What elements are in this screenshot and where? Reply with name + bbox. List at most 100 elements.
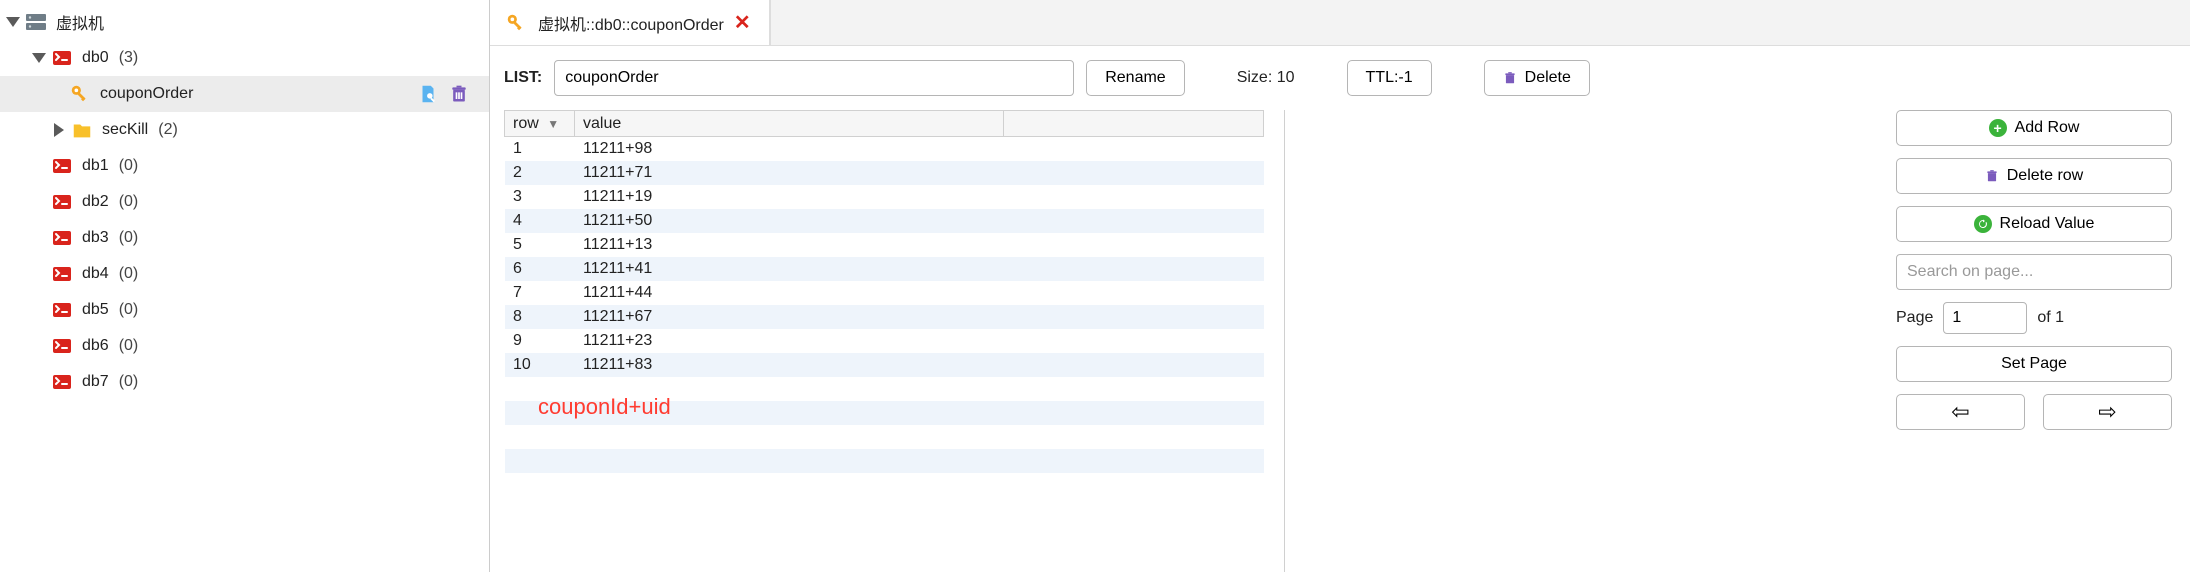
delete-key-button[interactable]: Delete	[1484, 60, 1590, 96]
edit-key-icon[interactable]	[417, 83, 439, 105]
delete-row-button[interactable]: Delete row	[1896, 158, 2172, 194]
tree-node-db[interactable]: db6(0)	[0, 328, 489, 364]
cell-value: 11211+23	[575, 329, 1004, 353]
main-panel: 虚拟机::db0::couponOrder ✕ LIST: Rename Siz…	[490, 0, 2190, 572]
database-icon	[50, 370, 74, 394]
tree-count: (0)	[119, 157, 139, 175]
cell-row: 5	[505, 233, 575, 257]
table-row[interactable]: 611211+41	[505, 257, 1264, 281]
database-icon	[50, 334, 74, 358]
database-icon	[50, 298, 74, 322]
tree-node-db[interactable]: db3 (0)	[0, 220, 489, 256]
add-row-button[interactable]: + Add Row	[1896, 110, 2172, 146]
cell-value: 11211+44	[575, 281, 1004, 305]
tree-node-seckill[interactable]: secKill (2)	[0, 112, 489, 148]
database-icon	[50, 226, 74, 250]
tree-node-db0[interactable]: db0 (3)	[0, 40, 489, 76]
key-icon	[504, 11, 528, 35]
next-page-button[interactable]: ⇨	[2043, 394, 2172, 430]
side-action-panel: + Add Row Delete row Reload Value Page	[1896, 110, 2172, 572]
tree-count: (0)	[119, 373, 139, 391]
table-row[interactable]: 811211+67	[505, 305, 1264, 329]
cell-row: 10	[505, 353, 575, 377]
cell-row: 6	[505, 257, 575, 281]
cell-value: 11211+50	[575, 209, 1004, 233]
tab-couponorder[interactable]: 虚拟机::db0::couponOrder ✕	[490, 0, 770, 45]
tree-node-db[interactable]: db4 (0)	[0, 256, 489, 292]
search-input[interactable]	[1896, 254, 2172, 290]
expand-toggle-icon[interactable]	[6, 15, 20, 29]
prev-page-button[interactable]: ⇦	[1896, 394, 2025, 430]
tab-title: 虚拟机::db0::couponOrder	[538, 11, 724, 35]
expand-toggle-icon[interactable]	[32, 51, 46, 65]
tree-count: (0)	[119, 193, 139, 211]
key-size-label: Size: 10	[1237, 69, 1295, 87]
tree-count: (0)	[119, 301, 139, 319]
table-row[interactable]: 211211+71	[505, 161, 1264, 185]
tree-node-server[interactable]: 虚拟机	[0, 4, 489, 40]
database-icon	[50, 154, 74, 178]
key-name-input[interactable]	[554, 60, 1074, 96]
table-row-empty	[505, 449, 1264, 473]
table-row[interactable]: 1011211+83	[505, 353, 1264, 377]
table-row[interactable]: 311211+19	[505, 185, 1264, 209]
tree-node-couponorder[interactable]: couponOrder	[0, 76, 489, 112]
tree-node-db[interactable]: db5 (0)	[0, 292, 489, 328]
column-header-value[interactable]: value	[575, 111, 1004, 137]
table-row[interactable]: 711211+44	[505, 281, 1264, 305]
tab-close-icon[interactable]: ✕	[734, 10, 751, 35]
table-row[interactable]: 911211+23	[505, 329, 1264, 353]
sidebar: 虚拟机 db0 (3) couponOrder secKill	[0, 0, 490, 572]
cell-row: 9	[505, 329, 575, 353]
tree-label: db2	[82, 193, 109, 211]
column-header-empty	[1004, 111, 1264, 137]
value-editor-pane	[1284, 110, 1876, 572]
table-row[interactable]: 511211+13	[505, 233, 1264, 257]
delete-key-label: Delete	[1525, 69, 1571, 87]
delete-key-icon[interactable]	[449, 83, 471, 105]
tree-label: db3	[82, 229, 109, 247]
tree-count: (0)	[119, 229, 139, 247]
tree-label: secKill	[102, 121, 148, 139]
tree-count: (3)	[119, 49, 139, 67]
tree-node-db[interactable]: db7 (0)	[0, 364, 489, 400]
tree-node-db[interactable]: db1(0)	[0, 148, 489, 184]
annotation-text: couponId+uid	[538, 394, 671, 420]
tree-node-db[interactable]: db2 (0)	[0, 184, 489, 220]
value-table: row ▼ value 111211+98211211+71311211+194…	[504, 110, 1264, 572]
cell-row: 4	[505, 209, 575, 233]
page-label: Page	[1896, 309, 1933, 327]
page-of-label: of 1	[2037, 309, 2064, 327]
rename-button[interactable]: Rename	[1086, 60, 1184, 96]
cell-value: 11211+13	[575, 233, 1004, 257]
table-row[interactable]: 411211+50	[505, 209, 1264, 233]
ttl-button[interactable]: TTL:-1	[1347, 60, 1432, 96]
tabbar-empty	[770, 0, 2190, 45]
reload-value-button[interactable]: Reload Value	[1896, 206, 2172, 242]
tree-label: db7	[82, 373, 109, 391]
database-icon	[50, 46, 74, 70]
page-row: Page of 1	[1896, 302, 2172, 334]
key-editor-row: LIST: Rename Size: 10 TTL:-1 Delete	[504, 60, 2172, 96]
cell-row: 1	[505, 137, 575, 161]
cell-value: 11211+19	[575, 185, 1004, 209]
cell-value: 11211+98	[575, 137, 1004, 161]
column-header-row[interactable]: row ▼	[505, 111, 575, 137]
table-row[interactable]: 111211+98	[505, 137, 1264, 161]
folder-icon	[70, 118, 94, 142]
tree-label: couponOrder	[100, 85, 193, 103]
tree-label: db5	[82, 301, 109, 319]
tree-count: (0)	[119, 265, 139, 283]
sort-desc-icon: ▼	[547, 117, 559, 131]
database-icon	[50, 190, 74, 214]
tree-label: db4	[82, 265, 109, 283]
expand-toggle-icon[interactable]	[52, 123, 66, 137]
cell-value: 11211+83	[575, 353, 1004, 377]
table-row-empty	[505, 425, 1264, 449]
tree-count: (0)	[119, 337, 139, 355]
cell-value: 11211+71	[575, 161, 1004, 185]
tree-label: db0	[82, 49, 109, 67]
page-input[interactable]	[1943, 302, 2027, 334]
set-page-button[interactable]: Set Page	[1896, 346, 2172, 382]
database-icon	[50, 262, 74, 286]
